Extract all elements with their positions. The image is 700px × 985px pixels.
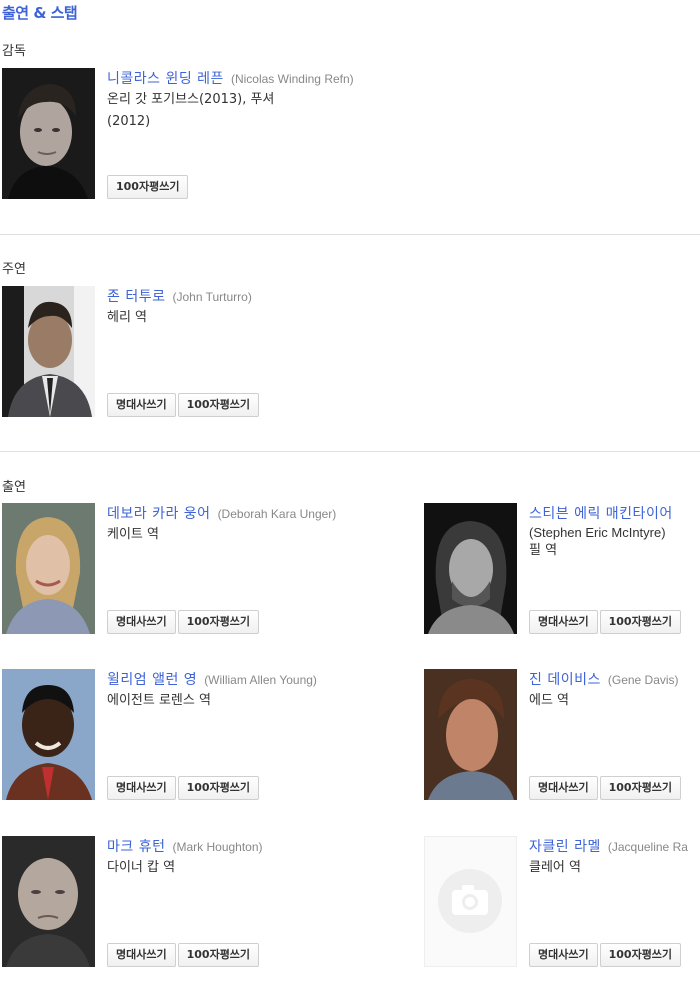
section-label-director: 감독: [2, 44, 26, 59]
cast-card: 진 데이비스 (Gene Davis) 에드 역 명대사쓰기 100자평쓰기: [424, 669, 700, 804]
cast-name-link[interactable]: 진 데이비스: [529, 672, 601, 688]
director-photo[interactable]: [2, 68, 95, 199]
cast-card: 데보라 카라 웅어 (Deborah Kara Unger) 케이트 역 명대사쓰…: [2, 503, 422, 638]
director-original-name: (Nicolas Winding Refn): [230, 72, 354, 86]
cast-name-link[interactable]: 윌리엄 앨런 영: [107, 672, 197, 688]
review-button[interactable]: 100자평쓰기: [177, 776, 260, 800]
review-button[interactable]: 100자평쓰기: [177, 943, 260, 967]
cast-role: 클레어 역: [529, 860, 581, 875]
quote-button[interactable]: 명대사쓰기: [529, 776, 598, 800]
cast-role: 필 역: [529, 543, 558, 558]
cast-card: 윌리엄 앨런 영 (William Allen Young) 에이전트 로렌스 역…: [2, 669, 422, 804]
quote-button[interactable]: 명대사쓰기: [107, 393, 176, 417]
director-name-link[interactable]: 니콜라스 윈딩 레픈: [107, 71, 224, 87]
cast-photo[interactable]: [424, 669, 517, 800]
quote-button[interactable]: 명대사쓰기: [529, 943, 598, 967]
cast-original-name: (Mark Houghton): [172, 840, 263, 854]
cast-photo[interactable]: [2, 503, 95, 634]
cast-photo[interactable]: [2, 836, 95, 967]
section-label-lead: 주연: [2, 262, 26, 277]
cast-role: 케이트 역: [107, 527, 159, 542]
cast-name-link[interactable]: 스티븐 에릭 매킨타이어: [529, 506, 673, 522]
review-button[interactable]: 100자평쓰기: [599, 610, 682, 634]
cast-photo[interactable]: [2, 669, 95, 800]
cast-role: 다이너 캅 역: [107, 860, 176, 875]
director-works-line-1: 온리 갓 포기브스(2013), 푸셔: [107, 92, 275, 107]
cast-card: 자클린 라멜 (Jacqueline Ra 클레어 역 명대사쓰기 100자평쓰기: [424, 836, 700, 971]
cast-role: 에드 역: [529, 693, 570, 708]
quote-button[interactable]: 명대사쓰기: [107, 610, 176, 634]
cast-card: 마크 휴턴 (Mark Houghton) 다이너 캅 역 명대사쓰기 100자평쓰…: [2, 836, 422, 971]
lead-role: 헤리 역: [107, 310, 148, 325]
lead-original-name: (John Turturro): [172, 290, 252, 304]
section-label-cast: 출연: [2, 480, 26, 495]
page-title: 출연 & 스탭: [2, 4, 78, 22]
cast-card: 스티븐 에릭 매킨타이어 (Stephen Eric McIntyre) 필 역…: [424, 503, 700, 638]
review-button[interactable]: 100자평쓰기: [107, 175, 189, 199]
cast-name-link[interactable]: 마크 휴턴: [107, 839, 165, 855]
cast-name-link[interactable]: 자클린 라멜: [529, 839, 601, 855]
cast-original-name: (Deborah Kara Unger): [217, 507, 337, 521]
cast-original-name: (Jacqueline Ra: [607, 840, 688, 854]
cast-photo[interactable]: [424, 503, 517, 634]
cast-original-name: (Gene Davis): [607, 673, 679, 687]
director-works-line-2: (2012): [107, 114, 151, 129]
divider: [0, 451, 700, 452]
cast-photo-placeholder[interactable]: [424, 836, 517, 967]
quote-button[interactable]: 명대사쓰기: [107, 943, 176, 967]
camera-icon: [438, 869, 502, 933]
cast-original-name: (Stephen Eric McIntyre): [529, 525, 666, 540]
divider: [0, 234, 700, 235]
cast-role: 에이전트 로렌스 역: [107, 693, 211, 708]
lead-card: 존 터투로 (John Turturro) 헤리 역 명대사쓰기 100자평쓰기: [2, 286, 422, 421]
lead-name-link[interactable]: 존 터투로: [107, 289, 165, 305]
review-button[interactable]: 100자평쓰기: [599, 776, 682, 800]
cast-name-link[interactable]: 데보라 카라 웅어: [107, 506, 211, 522]
director-card: 니콜라스 윈딩 레픈 (Nicolas Winding Refn) 온리 갓 포기…: [2, 68, 422, 203]
cast-original-name: (William Allen Young): [204, 673, 317, 687]
quote-button[interactable]: 명대사쓰기: [529, 610, 598, 634]
review-button[interactable]: 100자평쓰기: [177, 393, 260, 417]
review-button[interactable]: 100자평쓰기: [177, 610, 260, 634]
lead-photo[interactable]: [2, 286, 95, 417]
quote-button[interactable]: 명대사쓰기: [107, 776, 176, 800]
review-button[interactable]: 100자평쓰기: [599, 943, 682, 967]
